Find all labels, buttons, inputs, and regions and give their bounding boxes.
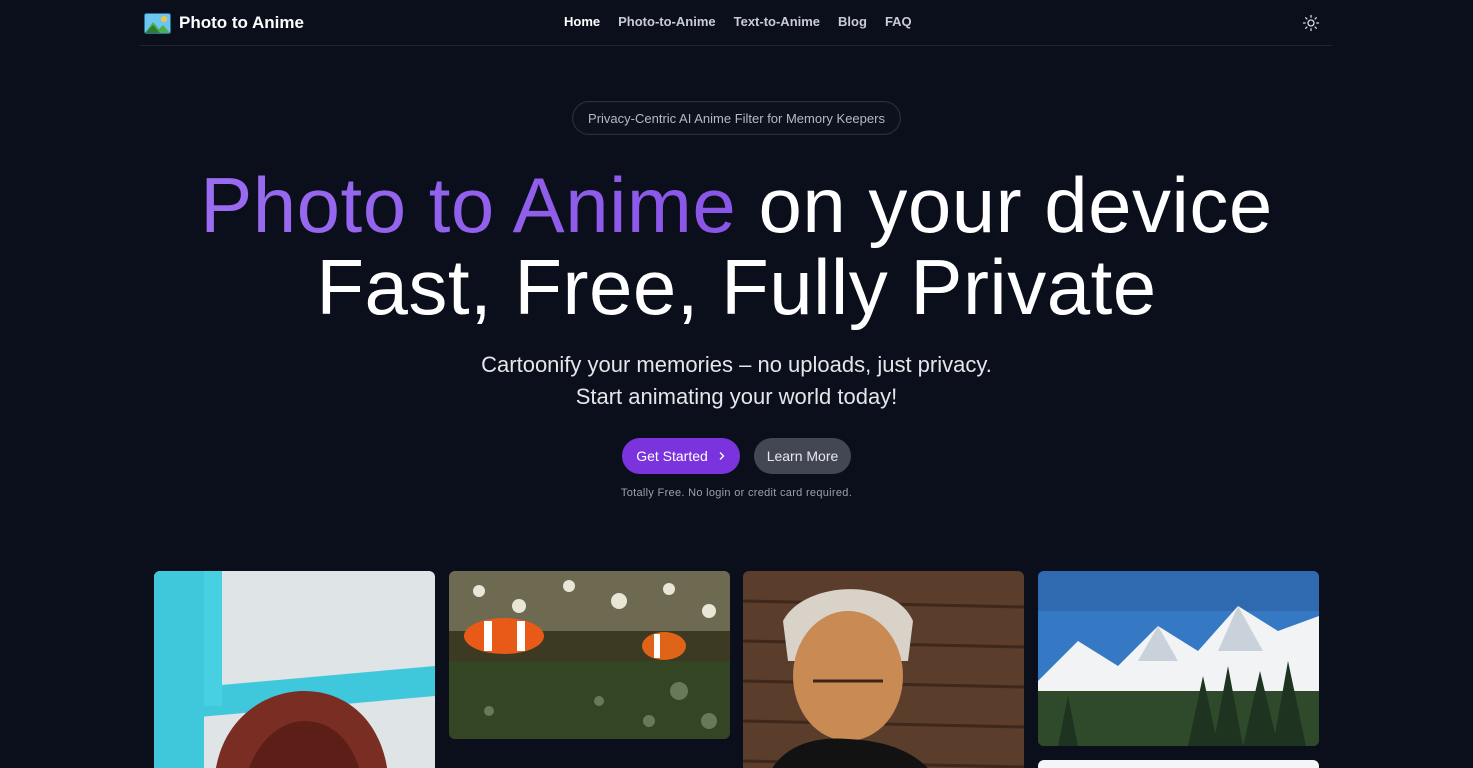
brand-link[interactable]: Photo to Anime <box>144 11 304 35</box>
privacy-badge: Privacy-Centric AI Anime Filter for Memo… <box>572 101 901 135</box>
headline-line2: Fast, Free, Fully Private <box>316 243 1157 331</box>
example-clownfish-image <box>449 571 730 739</box>
example-portrait-woman-image <box>154 571 435 768</box>
page-title: Photo to Anime on your device Fast, Free… <box>0 164 1473 328</box>
example-portrait-man-image <box>743 571 1024 768</box>
sun-icon[interactable] <box>1302 14 1320 32</box>
cta-row: Get Started Learn More <box>622 438 851 474</box>
headline-rest: on your device <box>758 161 1273 249</box>
main-nav: Home Photo-to-Anime Text-to-Anime Blog F… <box>564 14 912 29</box>
badge-text: Privacy-Centric AI Anime Filter for Memo… <box>588 110 885 126</box>
site-header: Photo to Anime Home Photo-to-Anime Text-… <box>140 0 1332 46</box>
hero-subtitle: Cartoonify your memories – no uploads, j… <box>0 349 1473 413</box>
subtitle-line2: Start animating your world today! <box>575 384 898 409</box>
nav-text-to-anime[interactable]: Text-to-Anime <box>734 14 820 29</box>
free-note: Totally Free. No login or credit card re… <box>620 487 853 499</box>
headline-accent: Photo to Anime <box>200 161 737 249</box>
chevron-right-icon <box>719 452 725 460</box>
get-started-button[interactable]: Get Started <box>622 438 740 474</box>
nav-photo-to-anime[interactable]: Photo-to-Anime <box>618 14 715 29</box>
example-mountain-landscape-image <box>1038 571 1319 746</box>
get-started-label: Get Started <box>636 448 708 464</box>
nav-faq[interactable]: FAQ <box>885 14 912 29</box>
subtitle-line1: Cartoonify your memories – no uploads, j… <box>481 352 992 377</box>
landscape-logo-icon <box>144 12 171 34</box>
brand-name: Photo to Anime <box>179 13 304 32</box>
nav-home[interactable]: Home <box>564 14 600 29</box>
nav-blog[interactable]: Blog <box>838 14 867 29</box>
example-card-placeholder <box>1038 760 1319 768</box>
learn-more-label: Learn More <box>766 448 839 464</box>
learn-more-button[interactable]: Learn More <box>754 438 851 474</box>
